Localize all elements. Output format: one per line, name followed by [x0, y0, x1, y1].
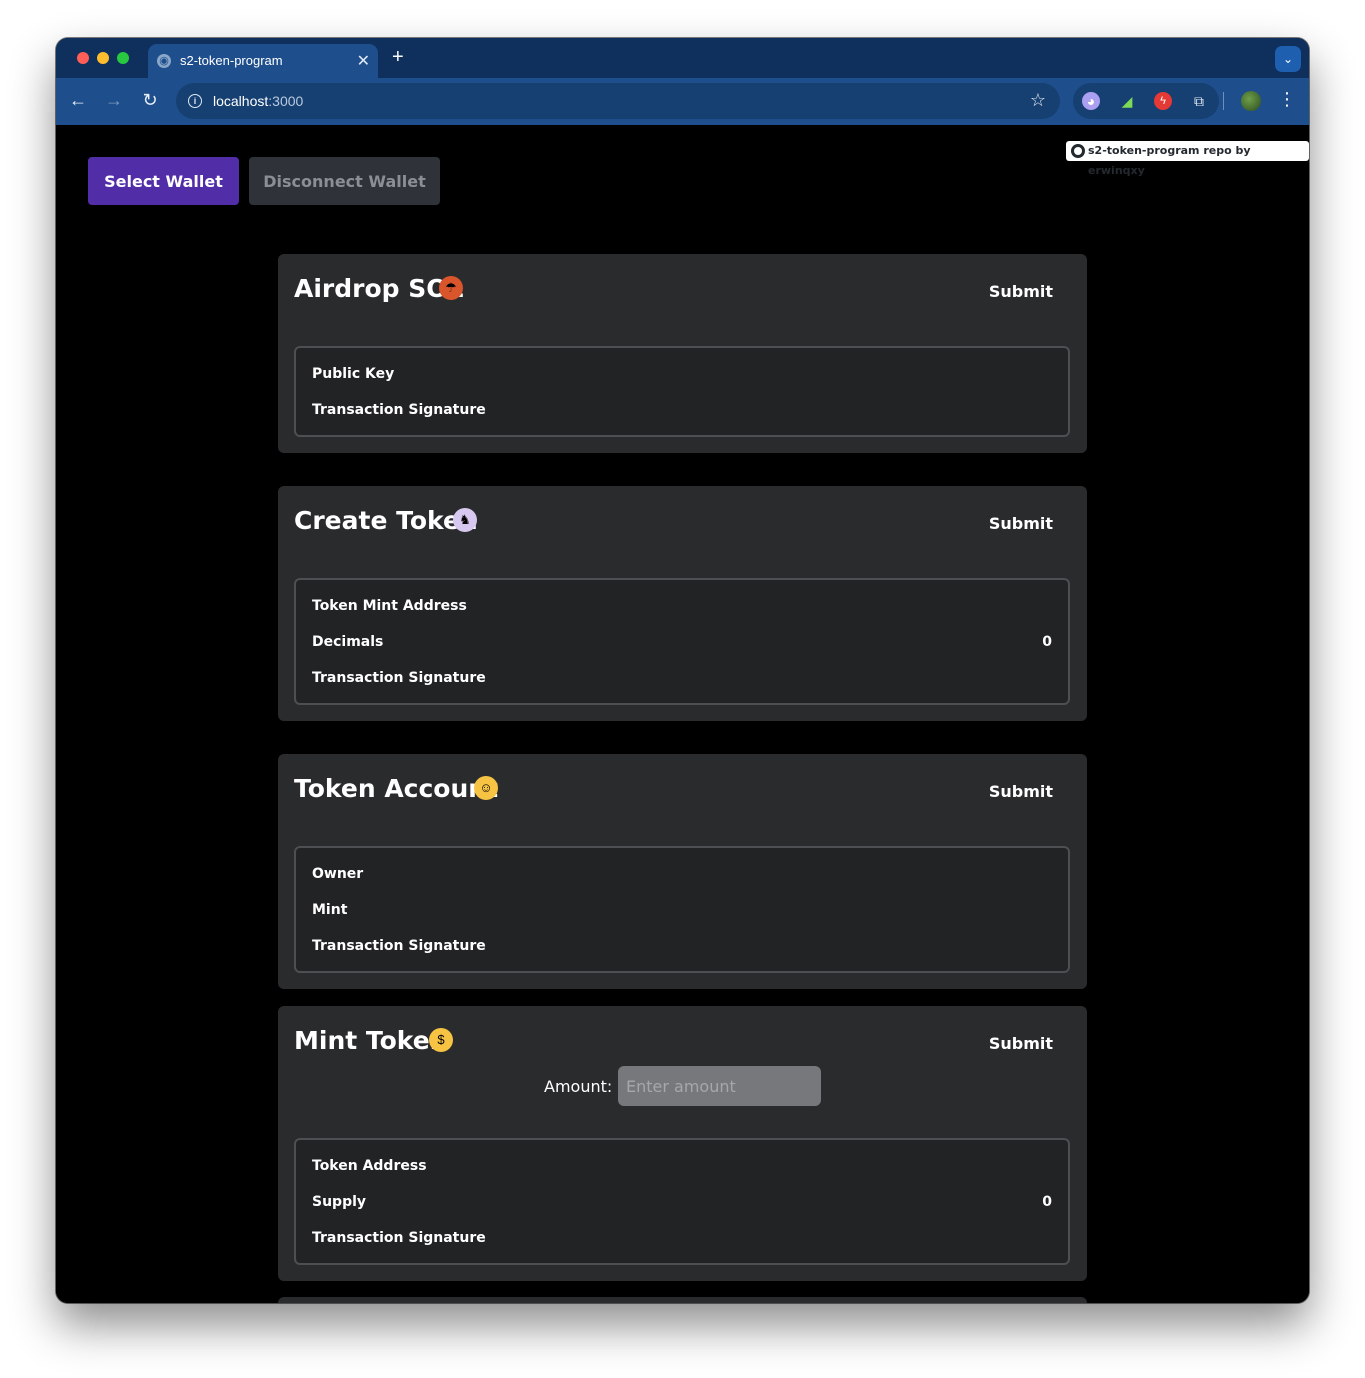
- github-icon: [1071, 144, 1085, 158]
- browser-window: ◉ s2-token-program ✕ + ⌄ ← → ↻ i localho…: [56, 38, 1309, 1303]
- bolt-extension-icon[interactable]: ϟ: [1154, 92, 1172, 110]
- airdrop-submit-button[interactable]: Submit: [989, 282, 1053, 301]
- info-box: Token Address Supply 0 Transaction Signa…: [294, 1138, 1070, 1265]
- row-label: Decimals: [312, 634, 384, 650]
- extensions-group: ◕ ◢ ϟ ⧉: [1073, 83, 1219, 119]
- tab-bar: ◉ s2-token-program ✕ + ⌄: [56, 38, 1309, 78]
- info-icon[interactable]: i: [188, 94, 202, 108]
- tab-title: s2-token-program: [180, 53, 283, 68]
- card-title: Token Account: [294, 774, 499, 803]
- row-label: Token Mint Address: [312, 598, 467, 614]
- page-content: Select Wallet Disconnect Wallet s2-token…: [56, 125, 1309, 1303]
- row-label: Transaction Signature: [312, 938, 486, 954]
- puzzle-icon[interactable]: ⧉: [1190, 92, 1208, 110]
- toolbar-divider: [1223, 92, 1224, 110]
- phantom-extension-icon[interactable]: ◕: [1082, 92, 1100, 110]
- mint-token-submit-button[interactable]: Submit: [989, 1034, 1053, 1053]
- token-account-card: Token Account ☺ Submit Owner Mint Transa…: [278, 754, 1087, 989]
- bookmark-star-icon[interactable]: ☆: [1030, 90, 1046, 111]
- row-label: Public Key: [312, 366, 395, 382]
- more-menu-icon[interactable]: ⋮: [1278, 89, 1296, 110]
- row-label: Token Address: [312, 1158, 427, 1174]
- address-bar[interactable]: i localhost:3000 ☆: [176, 83, 1060, 119]
- row-value: 0: [1042, 1194, 1052, 1210]
- row-value: 0: [1042, 634, 1052, 650]
- globe-icon: ◉: [157, 54, 171, 68]
- unicorn-icon: ♞: [453, 508, 477, 532]
- forward-icon[interactable]: →: [103, 90, 125, 111]
- row-label: Transaction Signature: [312, 1230, 486, 1246]
- disconnect-wallet-button[interactable]: Disconnect Wallet: [249, 157, 440, 205]
- transaction-signature-row: Transaction Signature: [312, 402, 1052, 418]
- maximize-window-button[interactable]: [117, 52, 129, 64]
- create-token-card: Create Token ♞ Submit Token Mint Address…: [278, 486, 1087, 721]
- minimize-window-button[interactable]: [97, 52, 109, 64]
- select-wallet-button[interactable]: Select Wallet: [88, 157, 239, 205]
- repo-link[interactable]: s2-token-program repo by erwinqxy: [1066, 141, 1309, 177]
- supply-row: Supply 0: [312, 1194, 1052, 1210]
- tab-active[interactable]: ◉ s2-token-program ✕: [148, 44, 378, 78]
- decimals-row: Decimals 0: [312, 634, 1052, 650]
- browser-toolbar: ← → ↻ i localhost:3000 ☆ ◕ ◢ ϟ ⧉ ⋮: [56, 78, 1309, 125]
- transaction-signature-row: Transaction Signature: [312, 1230, 1052, 1246]
- close-icon[interactable]: ✕: [357, 51, 370, 71]
- owner-row: Owner: [312, 866, 1052, 882]
- token-mint-address-row: Token Mint Address: [312, 598, 1052, 614]
- partying-face-icon: ☺: [474, 776, 498, 800]
- transaction-signature-row: Transaction Signature: [312, 938, 1052, 954]
- close-window-button[interactable]: [77, 52, 89, 64]
- info-box: Public Key Transaction Signature: [294, 346, 1070, 437]
- row-label: Transaction Signature: [312, 402, 486, 418]
- airdrop-sol-card: Airdrop SOL ☂ Submit Public Key Transact…: [278, 254, 1087, 453]
- back-icon[interactable]: ←: [67, 90, 89, 111]
- create-token-submit-button[interactable]: Submit: [989, 514, 1053, 533]
- row-label: Supply: [312, 1194, 367, 1210]
- row-label: Mint: [312, 902, 348, 918]
- next-card-partial: [278, 1297, 1087, 1303]
- row-label: Transaction Signature: [312, 670, 486, 686]
- mint-row: Mint: [312, 902, 1052, 918]
- chart-extension-icon[interactable]: ◢: [1118, 92, 1136, 110]
- mint-token-card: Mint Token $ Submit Amount: Token Addres…: [278, 1006, 1087, 1281]
- token-account-submit-button[interactable]: Submit: [989, 782, 1053, 801]
- reload-icon[interactable]: ↻: [139, 90, 161, 111]
- amount-label: Amount:: [544, 1077, 613, 1096]
- repo-link-label: s2-token-program repo by erwinqxy: [1088, 144, 1251, 177]
- token-address-row: Token Address: [312, 1158, 1052, 1174]
- chevron-down-icon[interactable]: ⌄: [1275, 46, 1301, 72]
- money-mouth-face-icon: $: [429, 1028, 453, 1052]
- amount-input[interactable]: [618, 1066, 821, 1106]
- parachute-icon: ☂: [439, 276, 463, 300]
- row-label: Owner: [312, 866, 364, 882]
- card-title: Create Token: [294, 506, 478, 535]
- url-text[interactable]: localhost:3000: [213, 93, 303, 109]
- profile-avatar[interactable]: [1241, 91, 1261, 111]
- info-box: Token Mint Address Decimals 0 Transactio…: [294, 578, 1070, 705]
- card-title: Mint Token: [294, 1026, 448, 1055]
- info-box: Owner Mint Transaction Signature: [294, 846, 1070, 973]
- public-key-row: Public Key: [312, 366, 1052, 382]
- new-tab-button[interactable]: +: [392, 46, 404, 69]
- transaction-signature-row: Transaction Signature: [312, 670, 1052, 686]
